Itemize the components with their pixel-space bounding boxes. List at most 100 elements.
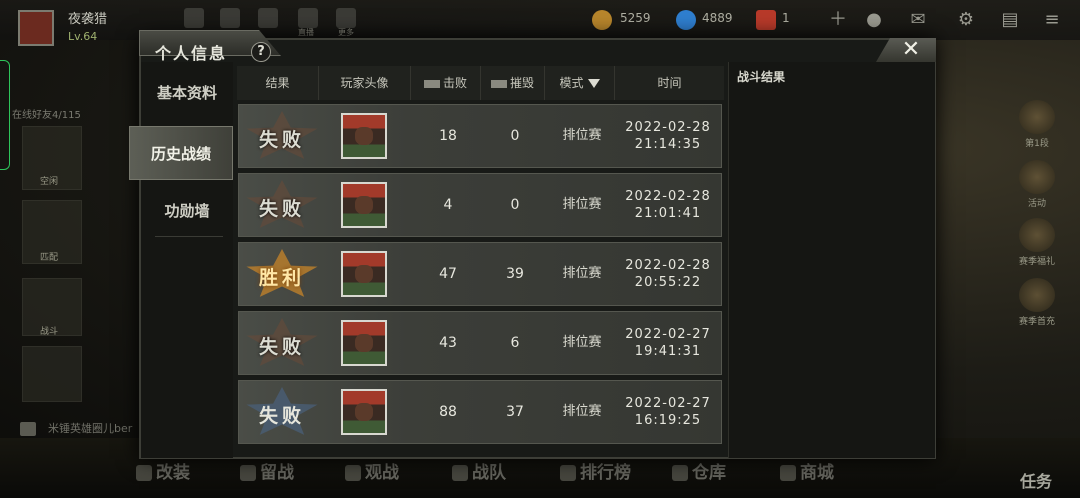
bottom-nav-modify[interactable]: 改装 xyxy=(136,458,190,483)
table-row[interactable]: 胜利 47 39 排位赛 2022-02-28 20:55:22 xyxy=(238,242,722,306)
bottom-nav-team[interactable]: 战队 xyxy=(452,458,506,483)
ticket-icon xyxy=(756,10,776,30)
star-emblem-icon xyxy=(1019,160,1055,194)
menu-icon[interactable]: ≡ xyxy=(1042,11,1062,29)
wechat-icon[interactable] xyxy=(258,8,278,28)
bottom-nav-shop[interactable]: 商城 xyxy=(780,458,834,483)
right-item-activity[interactable]: 活动 xyxy=(1012,160,1062,209)
friends-icon[interactable]: ● xyxy=(864,11,884,29)
rank-emblem-icon xyxy=(1019,100,1055,134)
close-button[interactable]: ✕ xyxy=(876,38,936,62)
player-avatar-thumb[interactable] xyxy=(341,113,387,159)
result-badge: 胜利 xyxy=(245,249,319,301)
header-mode[interactable]: 模式 xyxy=(545,66,615,100)
header-destroyed: 摧毁 xyxy=(481,66,545,100)
bottom-nav-spectate[interactable]: 观战 xyxy=(345,458,399,483)
diamond-amount: 4889 xyxy=(702,11,733,25)
bottom-nav-leaderboard[interactable]: 排行榜 xyxy=(560,458,631,483)
time-value: 2022-02-28 20:55:22 xyxy=(625,258,711,290)
table-header: 结果 玩家头像 击败 摧毁 模式 时间 xyxy=(237,66,724,100)
chat-icon xyxy=(20,422,36,436)
destroyed-value: 0 xyxy=(510,197,520,213)
destroyed-value: 0 xyxy=(510,128,520,144)
more-label: 更多 xyxy=(338,28,354,37)
eye-icon xyxy=(345,465,361,481)
right-item-season-gift[interactable]: 赛季福礼 xyxy=(1012,218,1062,267)
left-drawer-handle[interactable] xyxy=(0,60,10,170)
team-icon xyxy=(452,465,468,481)
kills-value: 4 xyxy=(443,197,453,213)
menu-divider xyxy=(155,236,223,237)
mode-value: 排位赛 xyxy=(562,404,602,419)
mission-button[interactable]: 任务 xyxy=(1020,468,1052,492)
table-row[interactable]: 失败 4 0 排位赛 2022-02-28 21:01:41 xyxy=(238,173,722,237)
gold-amount: 5259 xyxy=(620,11,651,25)
dialog-title: 个人信息 xyxy=(155,44,228,63)
match-label: 匹配 xyxy=(40,253,59,263)
bottom-nav-stay[interactable]: 留战 xyxy=(240,458,294,483)
right-item-rank[interactable]: 第1段 xyxy=(1012,100,1062,149)
time-value: 2022-02-27 16:19:25 xyxy=(625,396,711,428)
result-badge: 失败 xyxy=(245,111,319,163)
mail-icon[interactable]: ✉ xyxy=(908,11,928,29)
time-value: 2022-02-28 21:01:41 xyxy=(625,189,711,221)
kills-value: 88 xyxy=(439,404,457,420)
shop-icon xyxy=(780,465,796,481)
table-row[interactable]: 失败 18 0 排位赛 2022-02-28 21:14:35 xyxy=(238,104,722,168)
trophy-icon xyxy=(560,465,576,481)
header-time: 时间 xyxy=(657,76,682,90)
home-icon[interactable] xyxy=(184,8,204,28)
table-row[interactable]: 失败 88 37 排位赛 2022-02-27 16:19:25 xyxy=(238,380,722,444)
battle-result-title: 战斗结果 xyxy=(737,70,786,84)
kills-value: 18 xyxy=(439,128,457,144)
header-avatar: 玩家头像 xyxy=(319,66,411,100)
dropdown-arrow-icon xyxy=(587,79,600,88)
gold-coin-icon xyxy=(592,10,612,30)
rank-card[interactable] xyxy=(22,346,82,402)
header-kills: 击败 xyxy=(411,66,481,100)
right-item-label: 第1段 xyxy=(1025,139,1049,149)
kills-value: 43 xyxy=(439,335,457,351)
crown-icon[interactable] xyxy=(220,8,240,28)
destroyed-value: 39 xyxy=(506,266,524,282)
first-charge-icon xyxy=(1019,278,1055,312)
table-row[interactable]: 失败 43 6 排位赛 2022-02-27 19:41:31 xyxy=(238,311,722,375)
gear-icon[interactable]: ⚙ xyxy=(956,11,976,29)
live-label: 直播 xyxy=(298,28,314,37)
result-badge: 失败 xyxy=(245,318,319,370)
right-item-label: 赛季福礼 xyxy=(1018,257,1055,267)
play-icon[interactable] xyxy=(298,8,318,28)
friends-online: 在线好友4/115 xyxy=(12,110,81,121)
friend-status: 空闲 xyxy=(40,177,59,187)
bottom-nav-warehouse[interactable]: 仓库 xyxy=(672,458,726,483)
season-gift-icon xyxy=(1019,218,1055,252)
menu-battle-history[interactable]: 历史战绩 xyxy=(129,126,233,180)
menu-basic-info[interactable]: 基本资料 xyxy=(141,82,233,103)
mode-value: 排位赛 xyxy=(562,128,602,143)
add-icon[interactable]: ＋ xyxy=(828,11,848,29)
player-level: Lv.64 xyxy=(68,30,98,43)
player-avatar-thumb[interactable] xyxy=(341,251,387,297)
player-avatar[interactable] xyxy=(18,10,54,46)
mode-value: 排位赛 xyxy=(562,335,602,350)
wrench-icon xyxy=(136,465,152,481)
qrcode-icon[interactable] xyxy=(336,8,356,28)
right-item-first-charge[interactable]: 赛季首充 xyxy=(1012,278,1062,327)
player-avatar-thumb[interactable] xyxy=(341,320,387,366)
kills-value: 47 xyxy=(439,266,457,282)
menu-medal-wall[interactable]: 功勋墙 xyxy=(141,200,233,221)
skull-icon xyxy=(240,465,256,481)
player-avatar-thumb[interactable] xyxy=(341,182,387,228)
battle-label: 战斗 xyxy=(40,327,59,337)
book-icon[interactable]: ▤ xyxy=(1000,11,1020,29)
player-name: 夜袭猎 xyxy=(68,12,108,27)
help-button[interactable]: ? xyxy=(251,42,271,62)
personal-info-dialog: 个人信息 ? ✕ 基本资料 历史战绩 功勋墙 结果 玩家头像 击败 摧毁 模式 … xyxy=(129,30,936,459)
diamond-icon xyxy=(676,10,696,30)
player-avatar-thumb[interactable] xyxy=(341,389,387,435)
battle-result-panel: 战斗结果 xyxy=(728,62,935,458)
time-value: 2022-02-28 21:14:35 xyxy=(625,120,711,152)
result-badge: 失败 xyxy=(245,387,319,439)
chat-bar[interactable]: 米锤英雄圈儿ber xyxy=(8,418,138,440)
mode-value: 排位赛 xyxy=(562,197,602,212)
